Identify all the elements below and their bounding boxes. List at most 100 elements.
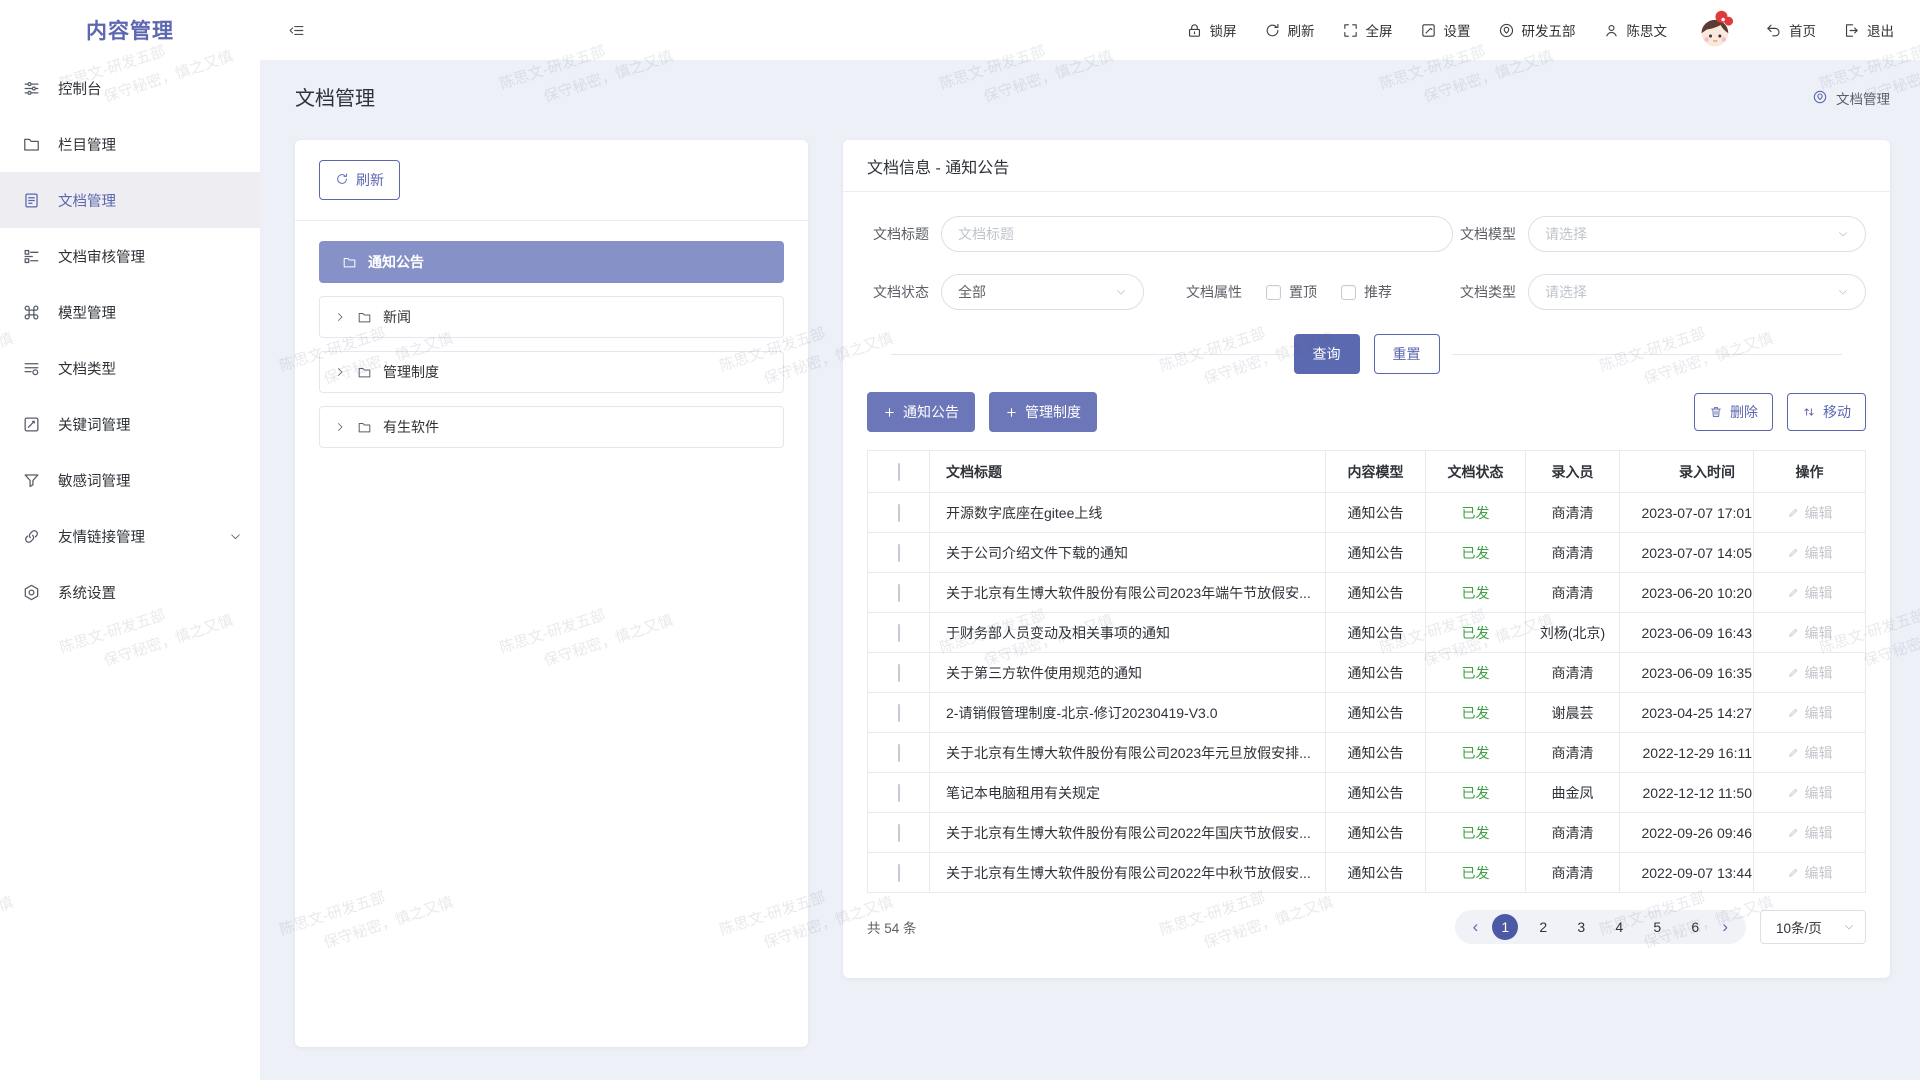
edit-button[interactable]: 编辑 — [1787, 863, 1833, 883]
document-table: 文档标题内容模型文档状态录入员录入时间操作开源数字底座在gitee上线通知公告已… — [867, 450, 1866, 893]
header-item-label: 全屏 — [1366, 20, 1393, 40]
add-button-label: 通知公告 — [903, 402, 959, 422]
header-item-刷新[interactable]: 刷新 — [1264, 20, 1315, 40]
pager-page-3[interactable]: 3 — [1568, 914, 1594, 940]
select-all-checkbox[interactable] — [898, 463, 900, 481]
edit-button[interactable]: 编辑 — [1787, 783, 1833, 803]
tree-node-新闻[interactable]: 新闻 — [319, 296, 784, 338]
header-item-全屏[interactable]: 全屏 — [1342, 20, 1393, 40]
edit-button[interactable]: 编辑 — [1787, 703, 1833, 723]
attr-option-推荐[interactable]: 推荐 — [1341, 282, 1392, 302]
tree-node-label: 通知公告 — [368, 252, 424, 272]
operator-cell: 商清清 — [1526, 533, 1620, 573]
page-size-select[interactable]: 10条/页 — [1760, 910, 1866, 944]
row-checkbox[interactable] — [898, 624, 900, 642]
edit-button[interactable]: 编辑 — [1787, 543, 1833, 563]
pager-page-1[interactable]: 1 — [1492, 914, 1518, 940]
sidebar-collapse-button[interactable] — [288, 22, 305, 39]
doc-model-label: 文档模型 — [1454, 224, 1516, 244]
row-checkbox[interactable] — [898, 664, 900, 682]
pager-next-button[interactable]: › — [1714, 910, 1736, 944]
checkbox-推荐[interactable] — [1341, 285, 1356, 300]
doc-type-select[interactable]: 请选择 — [1528, 274, 1866, 310]
doc-type-label: 文档类型 — [1454, 282, 1516, 302]
sidebar-item-文档类型[interactable]: 文档类型 — [0, 340, 260, 396]
document-panel-title: 文档信息 - 通知公告 — [843, 140, 1890, 192]
edit-button[interactable]: 编辑 — [1787, 663, 1833, 683]
row-checkbox-cell — [868, 573, 930, 613]
row-checkbox[interactable] — [898, 784, 900, 802]
attr-option-置顶[interactable]: 置顶 — [1266, 282, 1317, 302]
sidebar: 控制台栏目管理文档管理文档审核管理模型管理文档类型关键词管理敏感词管理友情链接管… — [0, 60, 260, 1080]
chevron-right-icon[interactable] — [334, 421, 346, 433]
sidebar-item-关键词管理[interactable]: 关键词管理 — [0, 396, 260, 452]
doc-title-input[interactable] — [941, 216, 1453, 252]
edit-icon — [1787, 706, 1800, 719]
header-item-设置[interactable]: 设置 — [1420, 20, 1471, 40]
tree-node-通知公告[interactable]: 通知公告 — [319, 241, 784, 283]
chevron-right-icon — [334, 311, 346, 323]
tree-node-有生软件[interactable]: 有生软件 — [319, 406, 784, 448]
column-header-checkbox — [868, 451, 930, 493]
sidebar-item-控制台[interactable]: 控制台 — [0, 60, 260, 116]
header-item-label: 锁屏 — [1210, 20, 1237, 40]
row-checkbox[interactable] — [898, 544, 900, 562]
reset-button[interactable]: 重置 — [1374, 334, 1440, 374]
pager-page-5[interactable]: 5 — [1644, 914, 1670, 940]
add-button-管理制度[interactable]: 管理制度 — [989, 392, 1097, 432]
operator-cell: 商清清 — [1526, 493, 1620, 533]
header-item-退出[interactable]: 退出 — [1843, 20, 1894, 40]
row-checkbox[interactable] — [898, 864, 900, 882]
row-checkbox[interactable] — [898, 824, 900, 842]
edit-button[interactable]: 编辑 — [1787, 583, 1833, 603]
tree-node-管理制度[interactable]: 管理制度 — [319, 351, 784, 393]
tool-button-删除[interactable]: 删除 — [1694, 393, 1773, 431]
doc-title-cell: 关于北京有生博大软件股份有限公司2023年元旦放假安排... — [930, 733, 1326, 773]
doc-model-select[interactable]: 请选择 — [1528, 216, 1866, 252]
operator-cell: 商清清 — [1526, 573, 1620, 613]
pager-page-4[interactable]: 4 — [1606, 914, 1632, 940]
action-cell: 编辑 — [1754, 853, 1866, 893]
edit-button[interactable]: 编辑 — [1787, 623, 1833, 643]
model-icon — [22, 303, 41, 322]
chevron-right-icon[interactable] — [334, 311, 346, 323]
pager-page-6[interactable]: 6 — [1682, 914, 1708, 940]
edit-button[interactable]: 编辑 — [1787, 823, 1833, 843]
sidebar-item-模型管理[interactable]: 模型管理 — [0, 284, 260, 340]
doc-status-value: 全部 — [958, 282, 986, 302]
sidebar-item-栏目管理[interactable]: 栏目管理 — [0, 116, 260, 172]
sidebar-item-系统设置[interactable]: 系统设置 — [0, 564, 260, 620]
tool-button-移动[interactable]: 移动 — [1787, 393, 1866, 431]
checkbox-置顶[interactable] — [1266, 285, 1281, 300]
user-avatar[interactable] — [1694, 8, 1738, 52]
header-item-研发五部[interactable]: 研发五部 — [1498, 20, 1576, 40]
header-item-锁屏[interactable]: 锁屏 — [1186, 20, 1237, 40]
user-icon — [1603, 22, 1620, 39]
edit-button[interactable]: 编辑 — [1787, 503, 1833, 523]
header-item-陈思文[interactable]: 陈思文 — [1603, 20, 1668, 40]
sidebar-item-文档管理[interactable]: 文档管理 — [0, 172, 260, 228]
chevron-right-icon[interactable] — [334, 366, 346, 378]
add-button-通知公告[interactable]: 通知公告 — [867, 392, 975, 432]
row-checkbox[interactable] — [898, 704, 900, 722]
pager-page-2[interactable]: 2 — [1530, 914, 1556, 940]
sidebar-item-label: 栏目管理 — [58, 134, 116, 155]
trash-icon — [1709, 405, 1723, 419]
chevron-right-icon — [334, 421, 346, 433]
doc-status-cell: 已发 — [1426, 813, 1526, 853]
header-item-首页[interactable]: 首页 — [1765, 20, 1816, 40]
row-checkbox[interactable] — [898, 504, 900, 522]
pager-prev-button[interactable]: ‹ — [1465, 910, 1487, 944]
doc-model-cell: 通知公告 — [1326, 533, 1426, 573]
row-checkbox[interactable] — [898, 584, 900, 602]
tree-refresh-button[interactable]: 刷新 — [319, 160, 400, 200]
doc-status-select[interactable]: 全部 — [941, 274, 1144, 310]
sidebar-item-文档审核管理[interactable]: 文档审核管理 — [0, 228, 260, 284]
edit-button[interactable]: 编辑 — [1787, 743, 1833, 763]
sidebar-item-敏感词管理[interactable]: 敏感词管理 — [0, 452, 260, 508]
search-button[interactable]: 查询 — [1294, 334, 1360, 374]
gear-icon — [22, 583, 41, 602]
row-checkbox[interactable] — [898, 744, 900, 762]
sidebar-item-友情链接管理[interactable]: 友情链接管理 — [0, 508, 260, 564]
lock-icon — [1186, 22, 1203, 39]
